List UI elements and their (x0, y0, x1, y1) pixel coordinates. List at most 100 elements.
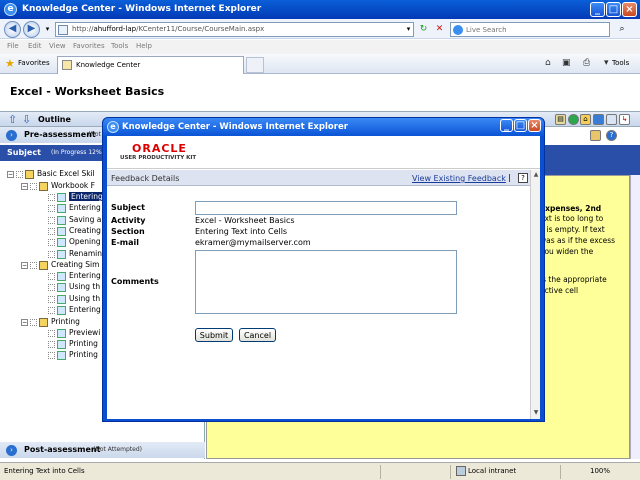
down-arrow-icon[interactable]: ⇩ (22, 113, 31, 126)
url-path: /KCenter11/Course/CourseMain.aspx (136, 25, 265, 33)
menu-help[interactable]: Help (136, 42, 152, 50)
stop-icon[interactable]: ✕ (432, 22, 447, 37)
tree-item-label: Creating Sim (51, 260, 100, 269)
history-dropdown-icon[interactable]: ▾ (40, 22, 55, 37)
popup-scrollbar[interactable]: ▲ ▼ (530, 170, 540, 419)
minimize-icon[interactable]: _ (590, 2, 605, 17)
checkbox-icon (48, 283, 55, 291)
maximize-icon[interactable]: □ (606, 2, 621, 17)
tab-label: Knowledge Center (76, 61, 141, 69)
tree-item-label: Printing (51, 317, 80, 326)
tree-item-selected[interactable]: Entering (48, 192, 105, 203)
tools-gear-icon[interactable]: ▾ (604, 58, 609, 68)
tree-item[interactable]: Renamin (48, 249, 102, 260)
search-input[interactable] (466, 24, 606, 35)
print-icon[interactable]: ⎙ (583, 58, 590, 68)
new-tab-button[interactable] (246, 57, 264, 73)
menu-edit[interactable]: Edit (28, 42, 42, 50)
content-scrollbar[interactable] (630, 175, 640, 459)
up-arrow-icon[interactable]: ⇧ (8, 113, 17, 126)
tools-button[interactable]: Tools (612, 59, 629, 67)
subject-input[interactable] (195, 201, 457, 215)
print-topic-icon[interactable] (606, 114, 617, 125)
tree-item[interactable]: − Creating Sim (21, 260, 99, 271)
tree-item-label: Previewi (69, 328, 101, 337)
help-icon[interactable]: ? (518, 173, 528, 183)
favorites-button[interactable]: Favorites (18, 59, 50, 67)
close-icon[interactable]: × (528, 119, 541, 132)
comments-textarea[interactable] (195, 250, 457, 314)
tree-item[interactable]: Printing (48, 339, 98, 350)
menu-file[interactable]: File (7, 42, 19, 50)
post-assessment-row[interactable]: › Post-assessment (Not Attempted) (0, 442, 205, 458)
close-icon[interactable]: × (622, 2, 637, 17)
help-icon[interactable]: ? (606, 130, 617, 141)
checkbox-icon (48, 227, 55, 235)
exit-icon[interactable]: ↳ (619, 114, 630, 125)
book-icon (39, 317, 48, 327)
checkbox-icon (16, 170, 23, 178)
checkbox-icon (48, 351, 55, 359)
tab-knowledge-center[interactable]: Knowledge Center (57, 56, 244, 74)
book-icon[interactable]: ▤ (555, 114, 566, 125)
book-icon (25, 169, 34, 179)
view-existing-feedback-link[interactable]: View Existing Feedback (412, 174, 506, 183)
feeds-icon[interactable]: ▣ (562, 58, 571, 68)
cancel-button[interactable]: Cancel (239, 328, 276, 342)
url-field[interactable]: http://ahufford-lap/KCenter11/Course/Cou… (55, 22, 414, 37)
tree-item-label: Using th (69, 294, 101, 303)
status-divider (450, 465, 451, 479)
tree-item[interactable]: − Printing (21, 317, 80, 328)
security-zone: Local intranet (468, 467, 517, 475)
refresh-icon[interactable]: ↻ (416, 22, 431, 37)
collapse-icon[interactable]: − (21, 261, 28, 269)
url-dropdown-icon[interactable]: ▾ (401, 22, 416, 37)
checkbox-icon (48, 295, 55, 303)
topic-icon (57, 203, 66, 213)
search-field[interactable] (450, 22, 610, 37)
topic-icon (57, 237, 66, 247)
minimize-icon[interactable]: _ (500, 119, 513, 132)
menu-tools[interactable]: Tools (111, 42, 128, 50)
forward-icon[interactable]: ▶ (23, 21, 40, 38)
tree-item[interactable]: Printing (48, 350, 98, 361)
collapse-icon[interactable]: − (21, 182, 28, 190)
menu-favorites[interactable]: Favorites (73, 42, 105, 50)
search-icon[interactable]: ⌕ (614, 22, 630, 37)
back-icon[interactable]: ◀ (4, 21, 21, 38)
submit-button[interactable]: Submit (195, 328, 233, 342)
tree-item[interactable]: Opening (48, 237, 101, 248)
nav-up-icon[interactable] (593, 114, 604, 125)
popup-body: ORACLE USER PRODUCTIVITY KIT Feedback De… (107, 136, 540, 419)
header-separator: | (508, 173, 511, 182)
oracle-logo: ORACLE (132, 142, 187, 155)
home-icon[interactable]: ⌂ (545, 58, 551, 68)
tree-item[interactable]: − Basic Excel Skil (7, 169, 95, 180)
collapse-icon[interactable]: − (7, 170, 14, 178)
instruction-text: you widen the (540, 247, 594, 256)
tree-item[interactable]: Previewi (48, 328, 100, 339)
tree-item[interactable]: Using th (48, 294, 100, 305)
tree-item[interactable]: Entering (48, 271, 101, 282)
favorites-star-icon[interactable]: ★ (5, 57, 15, 70)
activity-value: Excel - Worksheet Basics (195, 216, 295, 225)
zoom-level[interactable]: 100% (590, 467, 610, 475)
scroll-down-icon[interactable]: ▼ (532, 409, 540, 417)
tree-item[interactable]: Saving a (48, 215, 101, 226)
popup-titlebar: e Knowledge Center - Windows Internet Ex… (103, 118, 544, 136)
tree-item[interactable]: Entering (48, 203, 101, 214)
tree-item[interactable]: Entering (48, 305, 101, 316)
tree-item[interactable]: − Workbook F (21, 181, 95, 192)
scroll-up-icon[interactable]: ▲ (532, 171, 540, 179)
home-page-icon[interactable]: ⌂ (580, 114, 591, 125)
tree-item[interactable]: Creating (48, 226, 101, 237)
maximize-icon[interactable]: □ (514, 119, 527, 132)
gear-icon[interactable] (590, 130, 601, 141)
live-search-icon (453, 25, 463, 35)
collapse-icon[interactable]: − (21, 318, 28, 326)
topic-icon (57, 350, 66, 360)
go-icon[interactable] (568, 114, 579, 125)
menu-view[interactable]: View (49, 42, 66, 50)
tree-item[interactable]: Using th (48, 282, 100, 293)
instruction-text: active cell (540, 286, 579, 295)
